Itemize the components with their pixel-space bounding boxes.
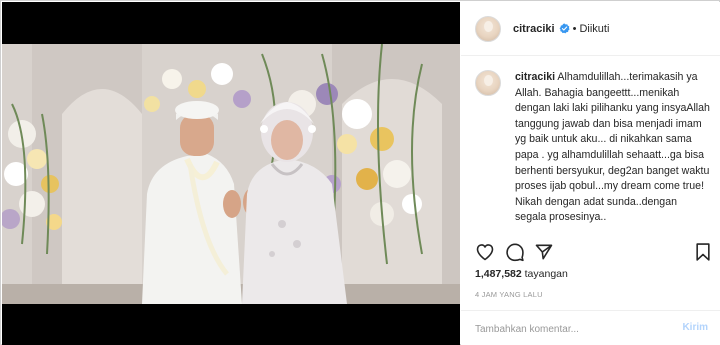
post-sidebar: citraciki • Diikuti citraciki Alhamdulil… [461,2,720,345]
share-icon[interactable] [534,242,554,262]
timestamp[interactable]: 4 JAM YANG LALU [475,290,543,299]
comment-icon[interactable] [505,242,525,262]
view-count: 1,487,582 tayangan [475,268,568,280]
post-header: citraciki • Diikuti [461,2,720,56]
caption-username[interactable]: citraciki [515,71,555,83]
comment-input[interactable] [475,321,655,337]
caption-text: Alhamdulillah...terimakasih ya Allah. Ba… [515,71,710,224]
post-comment-button[interactable]: Kirim [682,322,708,333]
view-count-label: tayangan [524,268,568,280]
verified-badge-icon [559,23,570,34]
post-dialog: citraciki • Diikuti citraciki Alhamdulil… [0,0,720,345]
separator-dot: • [572,22,577,35]
view-count-number: 1,487,582 [475,268,522,280]
wedding-video-frame [2,44,460,304]
wedding-photo [2,44,460,304]
comment-composer: Kirim [461,310,720,345]
action-bar [475,242,715,264]
caption-avatar[interactable] [475,70,501,96]
heart-icon[interactable] [475,242,495,262]
bookmark-icon[interactable] [694,242,712,262]
avatar[interactable] [475,15,501,42]
follow-status-button[interactable]: Diikuti [579,23,609,35]
video-player[interactable] [2,2,460,345]
username-link[interactable]: citraciki [513,23,555,35]
caption: citraciki Alhamdulillah...terimakasih ya… [515,70,711,226]
